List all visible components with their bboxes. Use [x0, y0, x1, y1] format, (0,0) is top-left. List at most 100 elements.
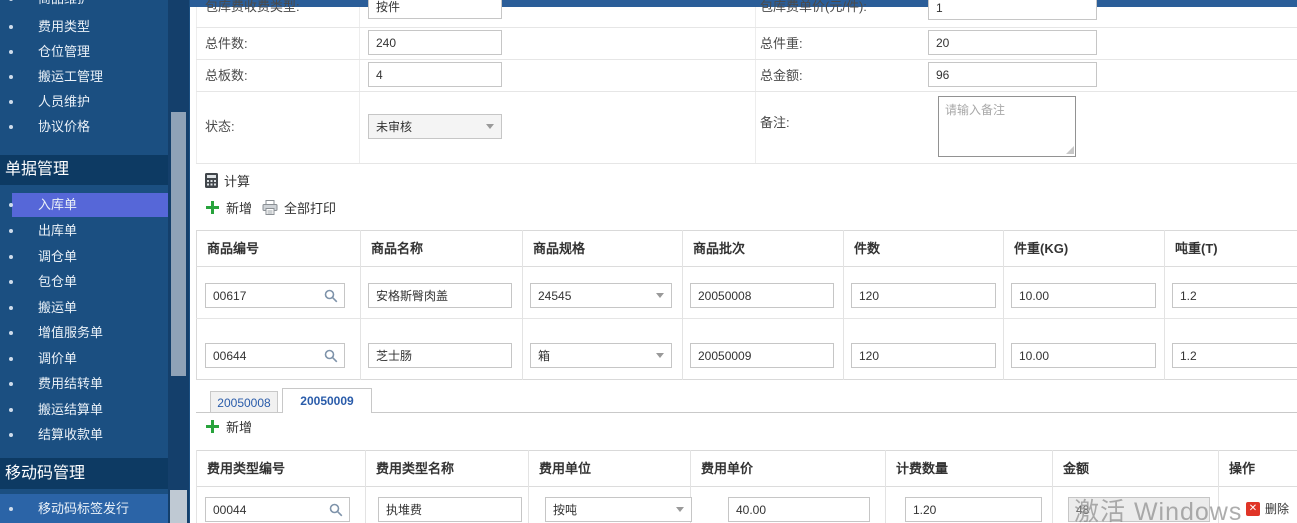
fee-code-search[interactable] [205, 497, 350, 522]
add-product-row-button[interactable]: 新增 [205, 198, 252, 217]
sidebar-item-product-maintenance[interactable]: 商品维护 [0, 0, 170, 10]
status-select[interactable]: 未审核 [368, 114, 502, 139]
product-code-input[interactable] [206, 289, 322, 303]
form-divider [196, 27, 1297, 28]
sidebar-item-handling-settlement-order[interactable]: 搬运结算单 [0, 399, 170, 421]
sidebar-item-price-adjust-order[interactable]: 调价单 [0, 348, 170, 370]
form-divider [196, 163, 1297, 164]
delete-row-button[interactable]: ✕ 删除 [1246, 500, 1289, 517]
tab-batch-20050009[interactable]: 20050009 [282, 388, 372, 413]
total-pallets-input[interactable] [368, 62, 502, 87]
sidebar-item-label: 搬运单 [38, 300, 77, 315]
product-spec-value: 箱 [531, 347, 656, 364]
printer-icon [262, 200, 278, 215]
col-header-product-spec: 商品规格 [533, 231, 585, 266]
sidebar-section-documents: 单据管理 [0, 155, 170, 185]
fee-qty-input[interactable] [905, 497, 1042, 522]
sidebar-item-fee-carryover-order[interactable]: 费用结转单 [0, 373, 170, 395]
col-header-fee-type-name: 费用类型名称 [376, 451, 454, 486]
sidebar-scrollbar-thumb[interactable] [171, 112, 186, 376]
plus-icon [205, 200, 220, 215]
clipped-field-input[interactable] [368, 0, 502, 19]
bullet-icon [9, 382, 13, 386]
chevron-down-icon [486, 124, 494, 129]
calculate-button[interactable]: 计算 [205, 171, 250, 190]
sidebar-item-label: 入库单 [38, 197, 77, 212]
col-header-fee-unit: 费用单位 [539, 451, 591, 486]
total-pieces-input[interactable] [368, 30, 502, 55]
qty-input[interactable] [851, 283, 996, 308]
sidebar-item-label: 人员维护 [38, 94, 90, 109]
table-border [365, 450, 366, 523]
sidebar-item-label: 出库单 [38, 223, 77, 238]
product-code-search[interactable] [205, 343, 345, 368]
bullet-icon [9, 75, 13, 79]
form-border [359, 7, 360, 163]
tab-batch-20050008[interactable]: 20050008 [210, 391, 278, 413]
sidebar-item-package-order[interactable]: 包仓单 [0, 271, 170, 293]
sidebar-scrollbar-track[interactable] [168, 0, 189, 523]
sidebar-scrollbar-end [170, 490, 187, 523]
total-amount-label: 总金额: [760, 63, 803, 88]
qty-input[interactable] [851, 343, 996, 368]
resize-grip-icon[interactable] [1066, 146, 1074, 154]
clipped-field-input[interactable] [928, 0, 1097, 20]
sidebar-item-inbound-order[interactable]: 入库单 [0, 193, 170, 217]
bullet-icon [9, 25, 13, 29]
fee-price-input[interactable] [728, 497, 870, 522]
unit-weight-input[interactable] [1011, 283, 1156, 308]
bullet-icon [9, 408, 13, 412]
sidebar-item-storage-location[interactable]: 仓位管理 [0, 41, 170, 63]
product-batch-input[interactable] [690, 343, 834, 368]
sidebar-item-personnel[interactable]: 人员维护 [0, 91, 170, 113]
add-fee-row-button[interactable]: 新增 [205, 417, 252, 436]
product-name-input[interactable] [368, 343, 512, 368]
bullet-icon [9, 433, 13, 437]
ton-weight-input[interactable] [1172, 343, 1297, 368]
bullet-icon [9, 357, 13, 361]
product-code-input[interactable] [206, 349, 322, 363]
ton-weight-input[interactable] [1172, 283, 1297, 308]
sidebar-item-label: 调仓单 [38, 249, 77, 264]
search-icon[interactable] [329, 503, 343, 517]
sidebar-item-label: 移动码标签发行 [38, 501, 129, 516]
product-name-input[interactable] [368, 283, 512, 308]
search-icon[interactable] [324, 289, 338, 303]
product-spec-value: 24545 [531, 289, 656, 303]
sidebar-item-mobile-code-label-issue[interactable]: 移动码标签发行 [0, 494, 170, 523]
sidebar-item-value-added-service-order[interactable]: 增值服务单 [0, 322, 170, 344]
delete-label: 删除 [1265, 500, 1289, 517]
total-piece-weight-input[interactable] [928, 30, 1097, 55]
main-content: 包库费收费类型: 包库费单价(元/件): 总件数: 总件重: 总板数: 总金额:… [190, 0, 1297, 523]
calculator-icon [205, 173, 218, 188]
sidebar-item-porter-management[interactable]: 搬运工管理 [0, 66, 170, 88]
product-spec-select[interactable]: 箱 [530, 343, 672, 368]
sidebar-item-agreement-price[interactable]: 协议价格 [0, 116, 170, 138]
table-border [196, 266, 1297, 267]
sidebar-item-label: 结算收款单 [38, 427, 103, 442]
fee-code-input[interactable] [206, 503, 327, 517]
col-header-fee-price: 费用单价 [701, 451, 753, 486]
sidebar-item-transfer-order[interactable]: 调仓单 [0, 246, 170, 268]
fee-unit-value: 按吨 [546, 501, 676, 518]
sidebar-item-outbound-order[interactable]: 出库单 [0, 220, 170, 242]
unit-weight-input[interactable] [1011, 343, 1156, 368]
search-icon[interactable] [324, 349, 338, 363]
product-code-search[interactable] [205, 283, 345, 308]
clipped-field-label: 包库费收费类型: [205, 0, 300, 19]
remark-textarea[interactable] [938, 96, 1076, 157]
sidebar-item-fee-type[interactable]: 费用类型 [0, 16, 170, 38]
bullet-icon [9, 306, 13, 310]
fee-name-input[interactable] [378, 497, 522, 522]
product-spec-select[interactable]: 24545 [530, 283, 672, 308]
sidebar-item-handling-order[interactable]: 搬运单 [0, 297, 170, 319]
plus-icon [205, 419, 220, 434]
total-amount-input[interactable] [928, 62, 1097, 87]
top-panel-edge [190, 0, 1297, 7]
product-batch-input[interactable] [690, 283, 834, 308]
fee-unit-select[interactable]: 按吨 [545, 497, 692, 522]
table-border [843, 230, 844, 380]
col-header-qty: 件数 [854, 231, 880, 266]
sidebar-item-settlement-receipt-order[interactable]: 结算收款单 [0, 424, 170, 446]
print-all-button[interactable]: 全部打印 [262, 198, 336, 217]
